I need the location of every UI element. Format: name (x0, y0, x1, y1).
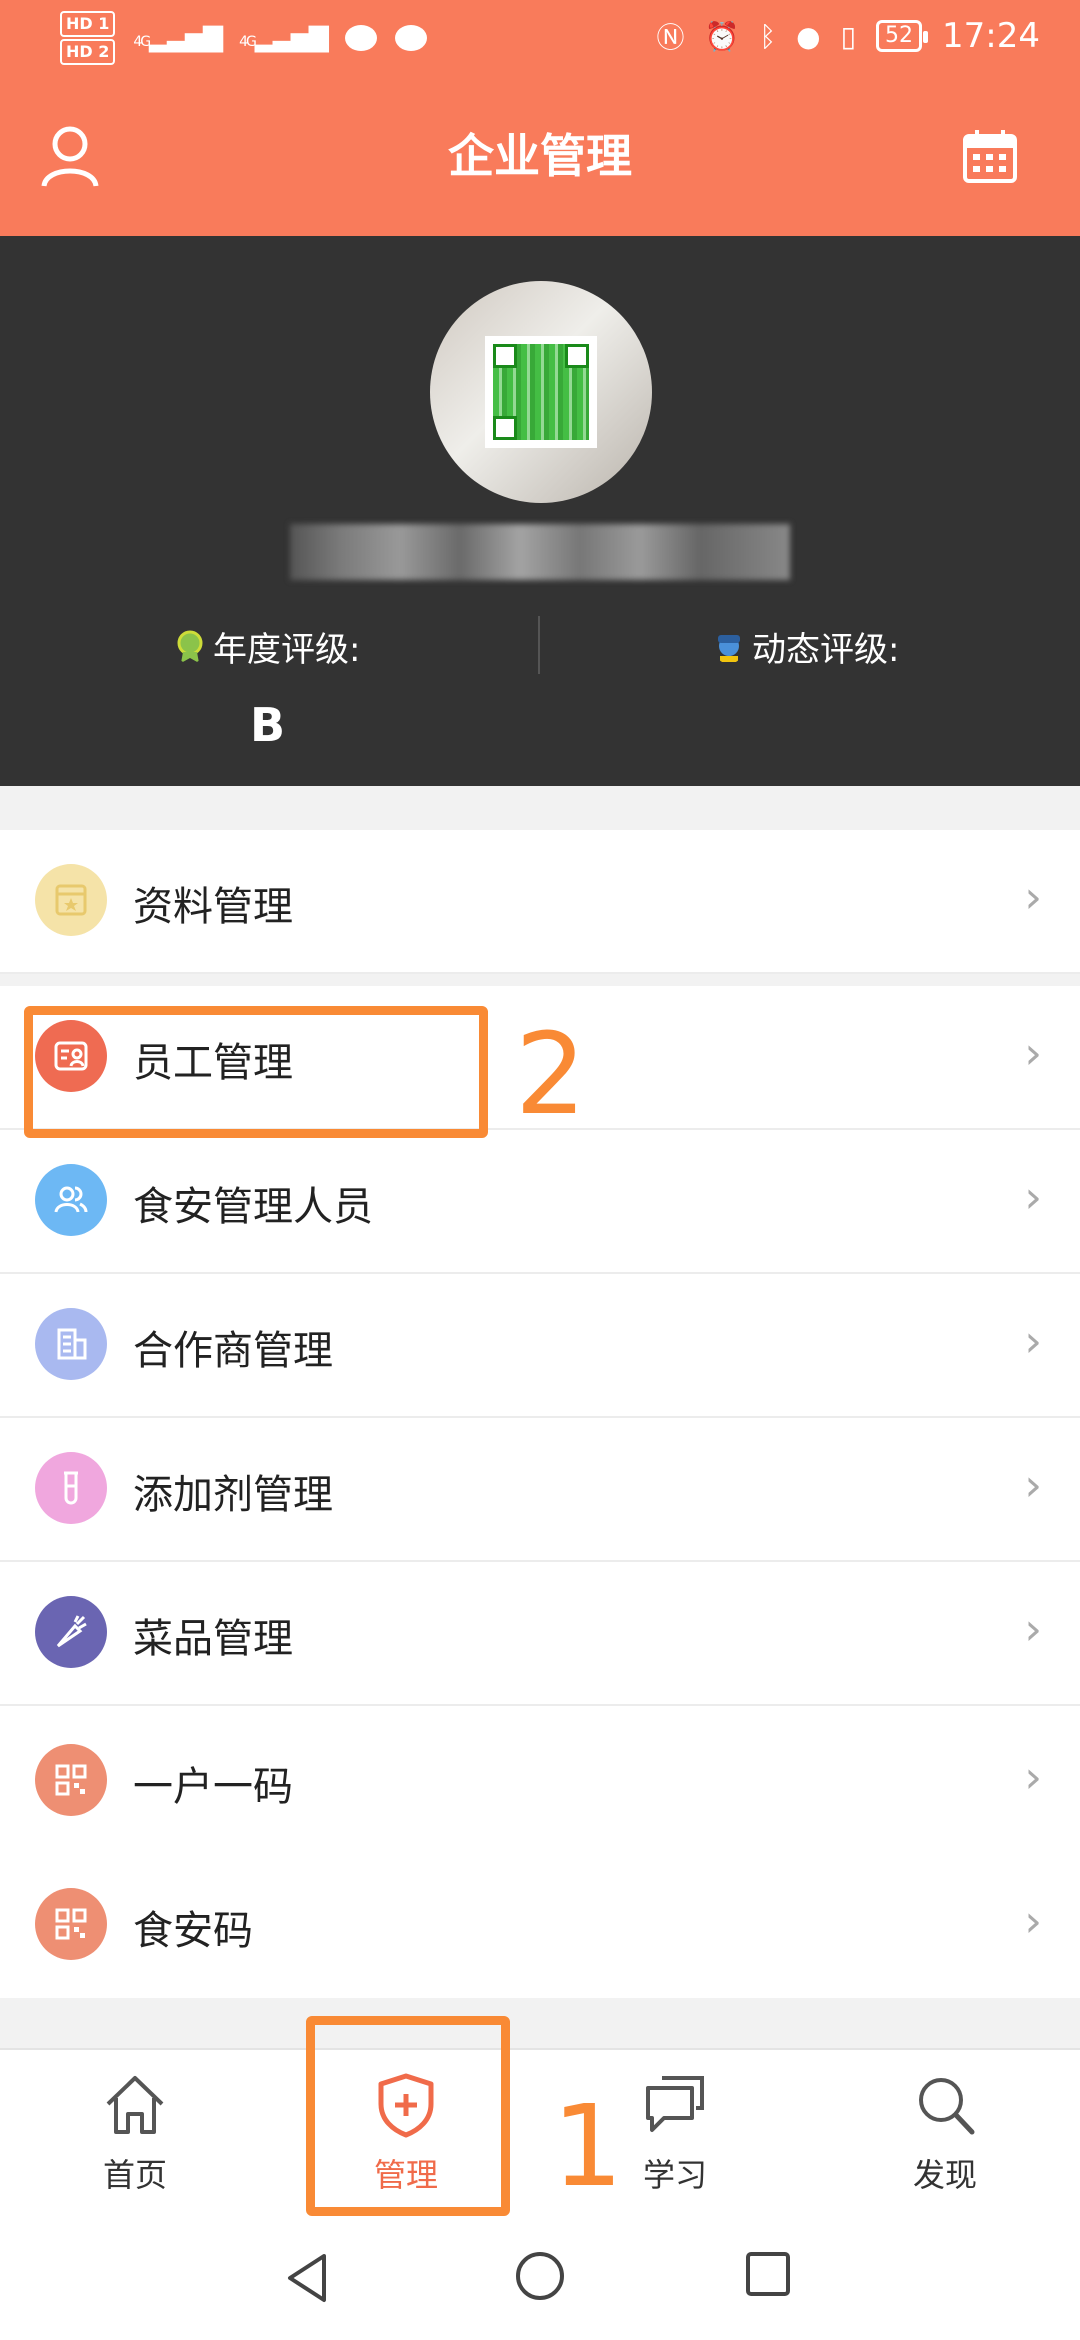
chevron-right-icon: › (1019, 1896, 1047, 1947)
menu-item-household-code[interactable]: 一户一码 › (0, 1706, 1080, 1856)
carrot-icon (35, 1596, 107, 1668)
menu-item-food-safety-staff[interactable]: 食安管理人员 › (0, 1130, 1080, 1274)
menu-item-label: 添加剂管理 (133, 1472, 333, 1518)
menu-item-materials[interactable]: 资料管理 › (0, 830, 1080, 974)
qr-code-icon (35, 1744, 107, 1816)
location-icon: ● (796, 19, 821, 53)
system-nav-bar (0, 2220, 1080, 2340)
avatar[interactable] (430, 281, 652, 503)
test-tube-icon (35, 1452, 107, 1524)
menu-item-label: 菜品管理 (133, 1616, 293, 1662)
signal-icon: 4G▂▃▅▇ (133, 23, 223, 53)
status-bar: HD 1 HD 2 4G▂▃▅▇ 4G▂▃▅▇ Ⓝ ⏰ ᛒ ● ▯ 52 17:… (0, 0, 1080, 80)
menu-item-additives[interactable]: 添加剂管理 › (0, 1418, 1080, 1562)
blurred-company-name (290, 524, 790, 580)
chevron-right-icon: › (1019, 1028, 1047, 1079)
search-icon (919, 2078, 975, 2135)
menu-item-label: 合作商管理 (133, 1328, 333, 1374)
medal-icon (177, 630, 203, 663)
annual-rating-value: B (250, 698, 286, 752)
inspector-icon (718, 634, 740, 662)
signal-icon: 4G▂▃▅▇ (239, 23, 329, 53)
alarm-icon: ⏰ (704, 19, 740, 53)
menu-item-label: 食安管理人员 (133, 1184, 373, 1230)
menu-item-food-safety-code[interactable]: 食安码 › (0, 1854, 1080, 1998)
chevron-right-icon: › (1019, 1172, 1047, 1223)
chevron-right-icon: › (1019, 1460, 1047, 1511)
annotation-step-2: 2 (515, 1010, 587, 1140)
qr-code-icon (35, 1888, 107, 1960)
divider (538, 616, 540, 674)
home-icon (106, 2076, 164, 2134)
sim1-label: HD 1 (60, 11, 116, 37)
profile-doc-icon (35, 864, 107, 936)
chevron-right-icon: › (1019, 1752, 1047, 1803)
annual-rating-label: 年度评级: (213, 630, 361, 670)
sim-indicator: HD 1 HD 2 (60, 10, 116, 66)
message-icon (394, 25, 427, 51)
bottom-tab-bar: 首页 管理 学习 发现 (0, 2048, 1080, 2222)
page-title: 企业管理 (448, 129, 632, 183)
tab-label: 首页 (102, 2156, 167, 2194)
status-time: 17:24 (942, 16, 1040, 56)
back-icon[interactable] (282, 2250, 332, 2306)
tab-label: 发现 (912, 2156, 977, 2194)
vibrate-icon: ▯ (840, 19, 857, 53)
bluetooth-icon: ᛒ (759, 19, 777, 53)
dynamic-rating: 动态评级: (714, 622, 899, 671)
chevron-right-icon: › (1019, 1316, 1047, 1367)
recents-icon[interactable] (744, 2250, 792, 2298)
chevron-right-icon: › (1019, 872, 1047, 923)
nfc-icon: Ⓝ (656, 21, 685, 54)
profile-section: 年度评级: 动态评级: B (0, 236, 1080, 786)
calendar-icon[interactable] (962, 128, 1018, 184)
tab-discover[interactable]: 发现 (855, 2070, 1035, 2196)
sim2-label: HD 2 (60, 39, 116, 65)
menu-item-label: 食安码 (133, 1908, 253, 1954)
annotation-step-1: 1 (552, 2082, 624, 2212)
dynamic-rating-label: 动态评级: (752, 630, 900, 670)
top-bar: HD 1 HD 2 4G▂▃▅▇ 4G▂▃▅▇ Ⓝ ⏰ ᛒ ● ▯ 52 17:… (0, 0, 1080, 236)
tab-home[interactable]: 首页 (45, 2070, 225, 2196)
menu-item-partners[interactable]: 合作商管理 › (0, 1274, 1080, 1418)
chevron-right-icon: › (1019, 1604, 1047, 1655)
battery-icon: 52 (876, 20, 929, 52)
menu-item-label: 一户一码 (133, 1764, 293, 1810)
qr-code-image (485, 336, 597, 448)
wechat-icon (344, 25, 377, 51)
home-nav-icon[interactable] (514, 2250, 566, 2302)
people-icon (35, 1164, 107, 1236)
annotation-box-step-1 (306, 2016, 510, 2216)
building-icon (35, 1308, 107, 1380)
annotation-box-step-2 (24, 1006, 488, 1138)
menu-item-label: 资料管理 (133, 884, 293, 930)
chat-icon (646, 2076, 704, 2132)
menu-item-dishes[interactable]: 菜品管理 › (0, 1562, 1080, 1706)
annual-rating: 年度评级: (175, 622, 360, 671)
